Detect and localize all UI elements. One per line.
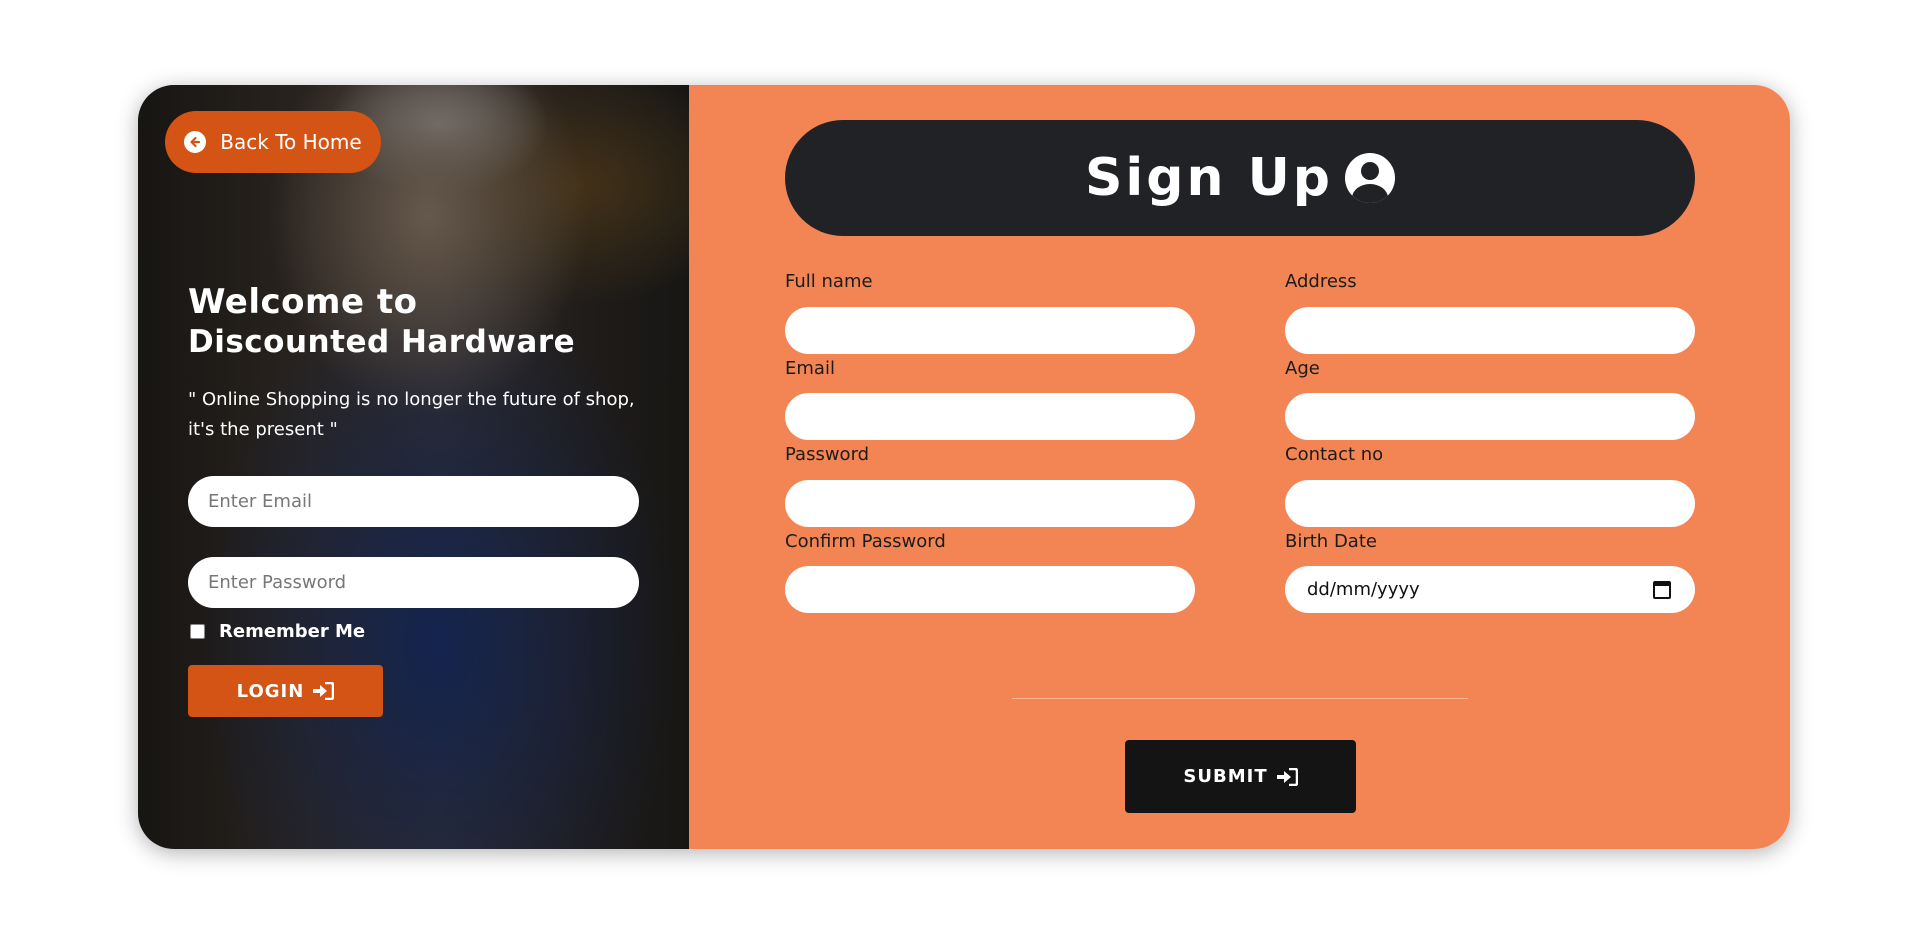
user-circle-icon bbox=[1345, 153, 1396, 203]
contact-no-input[interactable] bbox=[1285, 480, 1695, 527]
email-label: Email bbox=[785, 358, 835, 379]
login-panel: Back To Home Welcome to Discounted Hardw… bbox=[138, 85, 689, 849]
signup-title: Sign Up bbox=[1084, 148, 1334, 208]
back-to-home-button[interactable]: Back To Home bbox=[165, 111, 381, 173]
login-button[interactable]: LOGIN bbox=[188, 665, 383, 717]
birth-date-label: Birth Date bbox=[1285, 531, 1377, 552]
back-to-home-label: Back To Home bbox=[220, 130, 362, 154]
remember-me-label: Remember Me bbox=[219, 621, 366, 642]
welcome-heading: Welcome to Discounted Hardware bbox=[188, 282, 608, 362]
password-input[interactable] bbox=[785, 480, 1195, 527]
full-name-input[interactable] bbox=[785, 307, 1195, 354]
auth-card: Back To Home Welcome to Discounted Hardw… bbox=[138, 85, 1790, 849]
signup-panel: Sign Up Full name Address Email Age Pass… bbox=[689, 85, 1790, 849]
login-email-input[interactable] bbox=[188, 476, 639, 527]
remember-me: Remember Me bbox=[190, 621, 365, 642]
address-input[interactable] bbox=[1285, 307, 1695, 354]
birth-date-input[interactable]: dd/mm/yyyy bbox=[1285, 566, 1695, 613]
arrow-circle-left-icon bbox=[184, 131, 207, 153]
tagline-quote: " Online Shopping is no longer the futur… bbox=[188, 389, 635, 440]
welcome-line-2: Discounted Hardware bbox=[188, 324, 576, 360]
divider bbox=[1012, 698, 1468, 699]
confirm-password-label: Confirm Password bbox=[785, 531, 946, 552]
address-label: Address bbox=[1285, 271, 1357, 292]
age-label: Age bbox=[1285, 358, 1320, 379]
birth-date-placeholder: dd/mm/yyyy bbox=[1307, 579, 1420, 600]
age-input[interactable] bbox=[1285, 393, 1695, 440]
remember-me-checkbox[interactable] bbox=[190, 624, 205, 639]
signup-header: Sign Up bbox=[785, 120, 1695, 236]
welcome-line-1: Welcome to bbox=[188, 282, 418, 322]
sign-in-icon bbox=[313, 682, 335, 700]
submit-label: SUBMIT bbox=[1183, 766, 1268, 787]
login-password-input[interactable] bbox=[188, 557, 639, 608]
password-label: Password bbox=[785, 444, 870, 465]
confirm-password-input[interactable] bbox=[785, 566, 1195, 613]
contact-no-label: Contact no bbox=[1285, 444, 1384, 465]
sign-in-icon bbox=[1276, 767, 1298, 786]
full-name-label: Full name bbox=[785, 271, 873, 292]
email-input[interactable] bbox=[785, 393, 1195, 440]
calendar-icon[interactable] bbox=[1653, 580, 1671, 599]
submit-button[interactable]: SUBMIT bbox=[1125, 740, 1356, 813]
login-label: LOGIN bbox=[236, 680, 305, 702]
